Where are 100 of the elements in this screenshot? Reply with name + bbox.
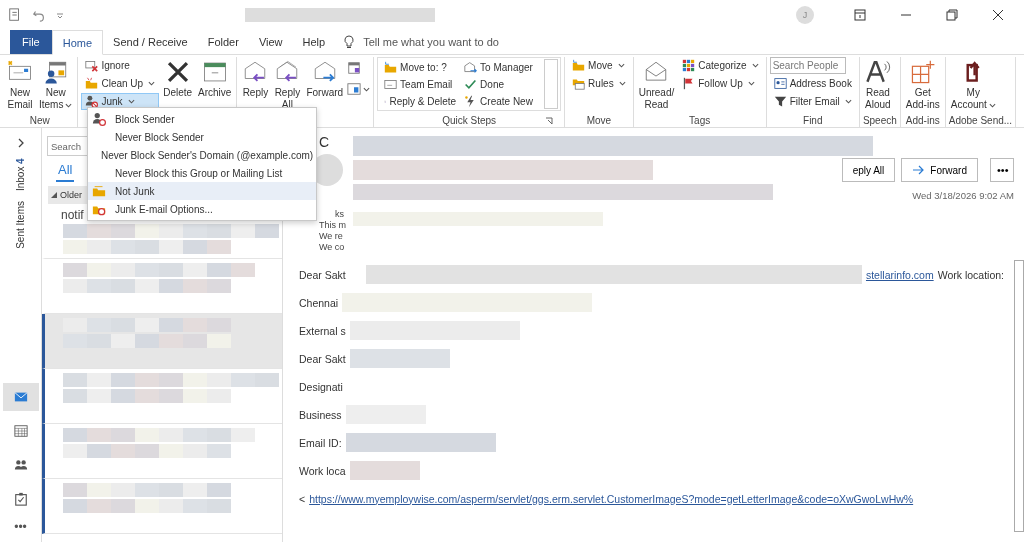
menu-item[interactable]: Never Block this Group or Mailing List [88, 164, 316, 182]
search-people-field[interactable]: Search People [769, 57, 846, 74]
body-text: Designati [299, 380, 343, 393]
lightbulb-icon [343, 35, 356, 49]
grid-plus-icon [909, 59, 936, 85]
filter-tab[interactable]: All [56, 160, 75, 182]
people-icon [13, 458, 28, 472]
redacted-block [349, 461, 420, 480]
quick-step[interactable]: Team Email [380, 76, 461, 93]
body-text: Work loca [299, 464, 346, 477]
menu-item[interactable]: Block Sender [88, 110, 316, 128]
ribbon-tab[interactable]: Send / Receive [103, 30, 198, 54]
quick-step[interactable]: To Manager [460, 59, 541, 76]
ribbon-button[interactable]: Move [568, 57, 630, 74]
archive-box-icon [201, 59, 228, 85]
menu-item[interactable]: Never Block Sender [88, 128, 316, 146]
ribbon-button[interactable]: New Email [5, 57, 35, 113]
caret-icon[interactable] [56, 11, 64, 19]
folder-item[interactable]: Sent Items [15, 201, 26, 249]
mail-icon [13, 390, 28, 404]
folder-item[interactable]: Inbox 4 [15, 158, 26, 192]
group-label: Quick Steps [442, 115, 497, 126]
collapse-icon [51, 192, 57, 198]
envelope-cross-icon [85, 59, 99, 72]
group-label: Move [586, 115, 612, 126]
more-apps-button[interactable]: ••• [8, 519, 33, 535]
subject-text: C [318, 134, 331, 152]
calendar-icon[interactable] [347, 61, 362, 75]
body-text: < [299, 492, 306, 505]
close-icon[interactable] [992, 9, 1004, 21]
quick-step[interactable]: Move to: ? [380, 59, 461, 76]
body-text: Dear Sakt [299, 352, 346, 365]
ribbon-button[interactable]: Read Aloud [862, 57, 893, 113]
message-action-button[interactable]: eply All [841, 158, 896, 182]
body-text: Work location: [937, 268, 1004, 281]
menu-item[interactable]: Not Junk [88, 182, 316, 200]
ribbon-tab[interactable]: File [10, 30, 52, 54]
person-block-icon [92, 112, 106, 126]
group-label: Find [803, 115, 823, 126]
scrollbar[interactable] [1014, 260, 1024, 532]
ribbon-display-icon[interactable] [854, 9, 866, 21]
address-book-icon [773, 77, 787, 90]
more-actions-button[interactable]: ••• [990, 158, 1014, 182]
body-text: Dear Sakt [299, 268, 346, 281]
body-text: Business [299, 408, 342, 421]
tell-me-field[interactable]: Tell me what you want to do [361, 35, 546, 49]
link[interactable]: stellarinfo.com [865, 268, 934, 281]
restore-icon[interactable] [946, 9, 958, 21]
group-label: Speech [862, 115, 897, 126]
quick-step[interactable]: Reply & Delete [380, 93, 461, 110]
ribbon-button[interactable]: Get Add-ins [903, 57, 942, 113]
menu-item[interactable]: Never Block Sender's Domain (@example.com) [88, 146, 316, 164]
body-text: External s [299, 324, 346, 337]
checkmark-icon [464, 78, 478, 91]
filter-icon [773, 95, 787, 108]
ribbon-button[interactable]: Ignore [81, 57, 160, 74]
ribbon-button[interactable]: Forward [304, 57, 346, 101]
ribbon-button[interactable]: Filter Email [769, 93, 856, 110]
undo-icon[interactable] [32, 8, 46, 22]
envelope-icon [384, 78, 398, 91]
folder-icon [92, 184, 106, 198]
flag-icon [682, 77, 696, 90]
ribbon-button[interactable]: My Account [948, 57, 998, 113]
ribbon-button[interactable]: Follow Up [678, 75, 763, 92]
ribbon-tab[interactable]: Help [292, 30, 336, 54]
dialog-launcher-icon[interactable] [545, 116, 554, 125]
app-switcher-button[interactable] [2, 383, 39, 411]
ribbon-button[interactable]: Address Book [769, 75, 856, 92]
checklist-icon [13, 492, 28, 506]
document-icon[interactable] [8, 8, 22, 22]
group-label: New [29, 115, 50, 126]
ribbon-button[interactable]: Categorize [678, 57, 763, 74]
folder-list-icon [572, 77, 586, 90]
color-grid-icon [682, 59, 696, 72]
window-icon[interactable] [347, 82, 362, 96]
message-action-button[interactable]: Forward [901, 158, 978, 182]
ribbon-button[interactable]: Reply [240, 57, 271, 101]
group-label: Add-ins [905, 115, 940, 126]
quick-step[interactable]: Create New [460, 93, 541, 110]
read-aloud-icon [864, 59, 891, 85]
preview-text: We re [319, 231, 343, 242]
body-text: Email ID: [299, 436, 342, 449]
ribbon-button[interactable]: Delete [161, 57, 195, 101]
ribbon-button[interactable]: Archive [196, 57, 234, 101]
expand-icon[interactable] [16, 138, 25, 148]
preview-text: This m [319, 220, 346, 231]
ribbon-button[interactable]: Unread/ Read [636, 57, 677, 113]
ribbon-button[interactable]: Clean Up [81, 75, 160, 92]
link[interactable]: https://www.myemploywise.com/asperm/servlet/ggs.erm.servlet.CustomerImageS?mode=getLetterImage&code=oXwGwoLwHw% [309, 492, 914, 505]
quick-step[interactable]: Done [460, 76, 541, 93]
ribbon-tab[interactable]: Folder [197, 30, 249, 54]
body-text: Chennai [299, 296, 339, 309]
sender-name: notif [61, 208, 84, 222]
ribbon-button[interactable]: Rules [568, 75, 630, 92]
ribbon-tab[interactable]: Home [51, 30, 104, 55]
folder-arrow-icon [572, 59, 586, 72]
group-label: Adobe Send... [948, 115, 1013, 126]
ribbon-button[interactable]: New Items [37, 57, 75, 113]
ribbon-tab[interactable]: View [248, 30, 293, 54]
folder-icon [85, 77, 99, 90]
